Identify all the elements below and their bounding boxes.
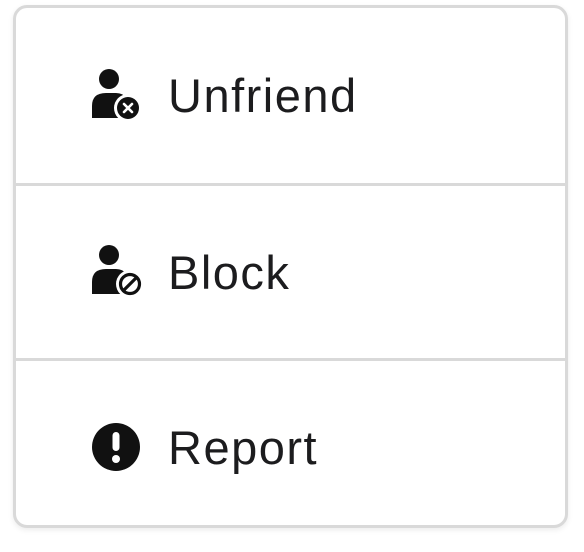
menu-item-unfriend[interactable]: Unfriend: [16, 8, 565, 183]
menu-item-block[interactable]: Block: [16, 183, 565, 358]
menu-item-label: Unfriend: [168, 69, 358, 122]
menu-item-report[interactable]: Report: [16, 358, 565, 525]
menu-item-label: Block: [168, 245, 291, 299]
exclamation-circle-icon: [90, 417, 150, 477]
user-block-icon: [90, 242, 150, 302]
user-remove-icon: [90, 66, 150, 126]
context-menu: Unfriend Block Report: [13, 5, 568, 528]
menu-item-label: Report: [168, 420, 319, 474]
